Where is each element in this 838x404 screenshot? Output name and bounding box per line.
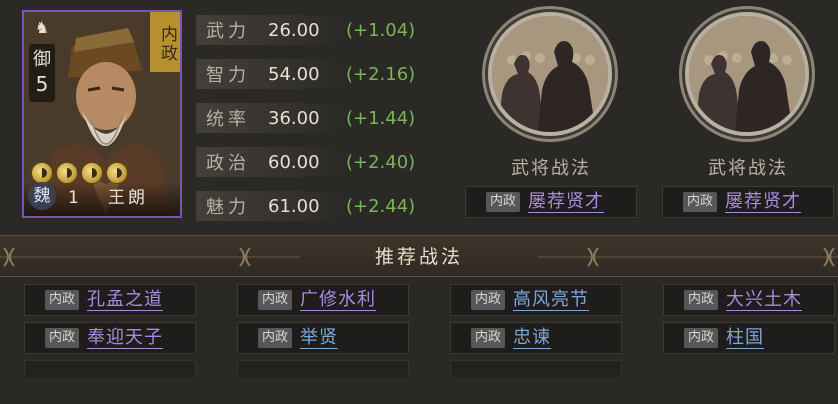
stat-value: 61.00 (268, 195, 320, 217)
faction-badge: 魏 (28, 182, 56, 210)
stat-label: 武力 (206, 21, 250, 42)
star-icon (56, 162, 78, 184)
stat-value: 54.00 (268, 63, 320, 85)
stat-row-force: 武力 26.00 (+1.04) (196, 8, 460, 52)
skill-type-tag: 内政 (684, 290, 719, 310)
recommend-title: 推荐战法 (374, 246, 463, 268)
stat-bonus: (+2.44) (346, 195, 416, 217)
stat-bonus: (+2.40) (346, 151, 416, 173)
skill-medallion[interactable] (488, 12, 612, 136)
general-card[interactable]: ♞ 御 5 内政 魏 1 王朗 (22, 10, 182, 218)
skill-name-link[interactable]: 孔孟之道 (87, 289, 164, 311)
advancement-stars (31, 162, 128, 184)
skill-type-tag: 内政 (45, 328, 80, 348)
skill-name-link[interactable]: 屡荐贤才 (725, 191, 802, 213)
skill-type-tag: 内政 (486, 192, 521, 212)
skill-name-link[interactable]: 大兴土木 (726, 289, 803, 311)
advisors-silhouette-icon (689, 16, 805, 132)
skill-medallion[interactable] (685, 12, 809, 136)
slot-title: 武将战法 (708, 158, 788, 179)
slot-title: 武将战法 (511, 158, 591, 179)
skill-type-tag: 内政 (45, 290, 80, 310)
skill-slot-2[interactable]: 武将战法 内政 屡荐贤才 (662, 8, 834, 220)
recommend-item[interactable]: 内政 举贤 (237, 322, 409, 354)
equipped-skill[interactable]: 内政 屡荐贤才 (662, 186, 834, 218)
stat-bonus: (+1.04) (346, 19, 416, 41)
recommend-item[interactable]: 内政 广修水利 (237, 284, 409, 316)
skill-name-link[interactable]: 广修水利 (300, 289, 377, 311)
skill-type-tag: 内政 (683, 192, 718, 212)
recommend-header: 推荐战法 (0, 235, 838, 277)
stat-bonus: (+1.44) (346, 107, 416, 129)
skill-name-link[interactable]: 奉迎天子 (87, 327, 164, 349)
recommend-item-partial[interactable] (24, 360, 196, 380)
stat-row-intelligence: 智力 54.00 (+2.16) (196, 52, 460, 96)
stat-value: 26.00 (268, 19, 320, 41)
star-icon (31, 162, 53, 184)
stat-value: 60.00 (268, 151, 320, 173)
skill-slot-1[interactable]: 武将战法 内政 屡荐贤才 (465, 8, 637, 220)
skill-name-link[interactable]: 忠谏 (513, 327, 552, 349)
stat-label: 统率 (206, 109, 250, 130)
rank-badge: 御 5 (29, 44, 55, 102)
recommend-item-partial[interactable] (450, 360, 622, 380)
rank-value: 5 (35, 72, 49, 96)
recommend-item[interactable]: 内政 孔孟之道 (24, 284, 196, 316)
skill-name-link[interactable]: 柱国 (726, 327, 765, 349)
attribute-list: 武力 26.00 (+1.04) 智力 54.00 (+2.16) 统率 36.… (196, 8, 460, 228)
skill-type-tag: 内政 (471, 328, 506, 348)
skill-type-tag: 内政 (258, 290, 293, 310)
skill-type-tag: 内政 (471, 290, 506, 310)
skill-name-link[interactable]: 屡荐贤才 (528, 191, 605, 213)
general-level: 1 (68, 188, 79, 208)
stat-bonus: (+2.16) (346, 63, 416, 85)
recommend-item[interactable]: 内政 忠谏 (450, 322, 622, 354)
recommend-item[interactable]: 内政 奉迎天子 (24, 322, 196, 354)
star-icon (106, 162, 128, 184)
equipped-skill[interactable]: 内政 屡荐贤才 (465, 186, 637, 218)
stat-row-command: 统率 36.00 (+1.44) (196, 96, 460, 140)
stat-label: 智力 (206, 65, 250, 86)
skill-type-tag: 内政 (258, 328, 293, 348)
stat-value: 36.00 (268, 107, 320, 129)
recommend-item[interactable]: 内政 高风亮节 (450, 284, 622, 316)
general-name: 王朗 (108, 188, 148, 208)
skill-name-link[interactable]: 高风亮节 (513, 289, 590, 311)
skill-name-link[interactable]: 举贤 (300, 327, 339, 349)
stat-label: 政治 (206, 153, 250, 174)
skill-type-tag: 内政 (684, 328, 719, 348)
stat-row-politics: 政治 60.00 (+2.40) (196, 140, 460, 184)
stat-row-charm: 魅力 61.00 (+2.44) (196, 184, 460, 228)
advisors-silhouette-icon (492, 16, 608, 132)
recommend-item[interactable]: 内政 柱国 (663, 322, 835, 354)
recommend-item[interactable]: 内政 大兴土木 (663, 284, 835, 316)
horse-icon: ♞ (34, 18, 50, 37)
stat-label: 魅力 (206, 197, 250, 218)
rank-label: 御 (33, 49, 51, 70)
general-type-tag: 内政 (150, 12, 180, 72)
recommend-item-partial[interactable] (237, 360, 409, 380)
star-icon (81, 162, 103, 184)
